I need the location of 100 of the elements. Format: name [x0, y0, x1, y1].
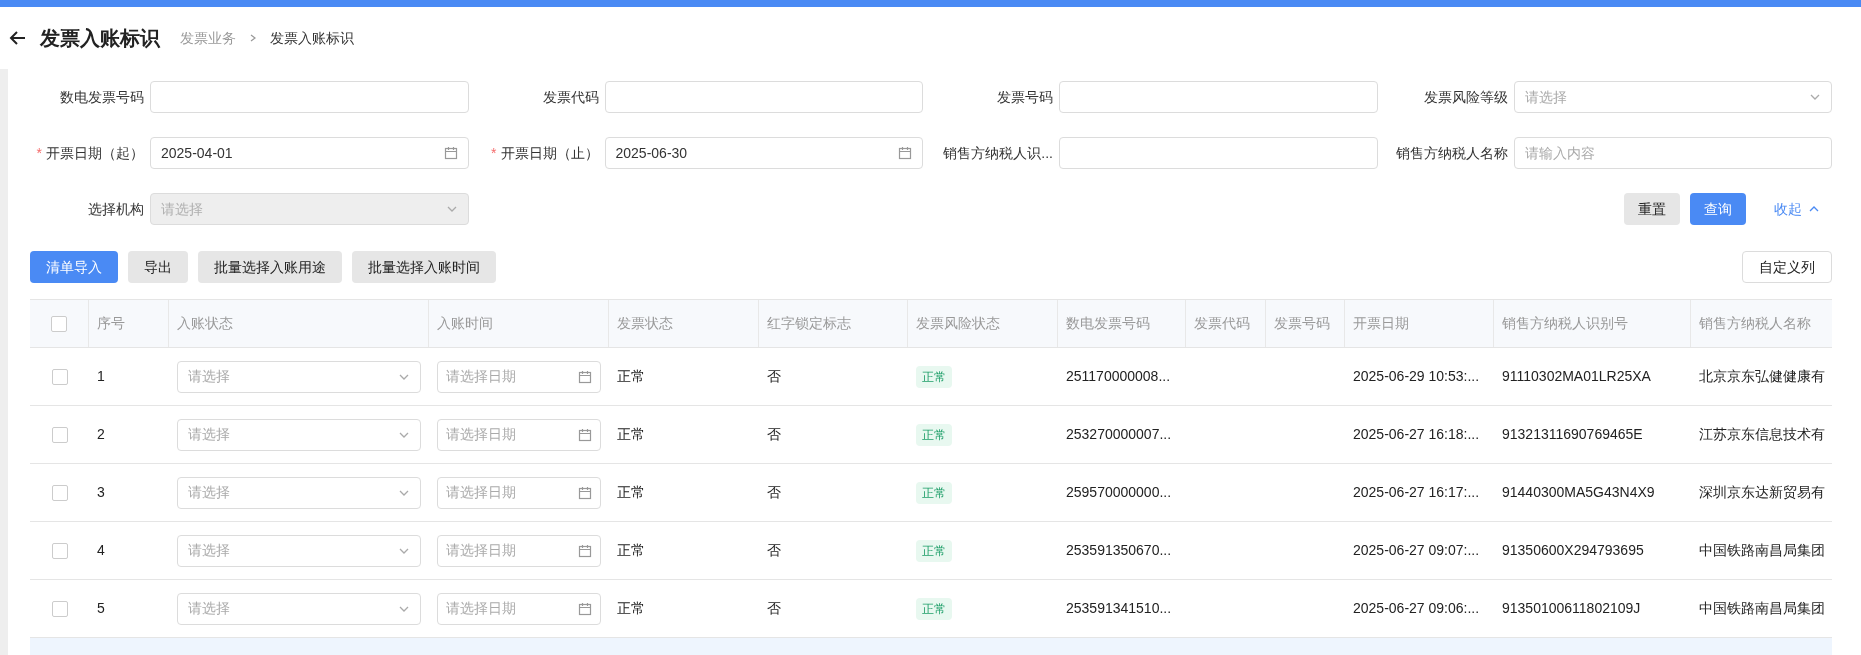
- status-tag: 正常: [916, 597, 952, 620]
- table-cell-text: 91440300MA5G43N4X9: [1502, 483, 1655, 502]
- table-cell-text: 2025-06-29 10:53:...: [1353, 367, 1480, 386]
- row-checkbox[interactable]: [51, 426, 68, 443]
- text-field[interactable]: [1059, 137, 1378, 169]
- field-label: 发票风险等级: [1423, 87, 1508, 107]
- column-header: 序号: [97, 314, 125, 333]
- column-header: 销售方纳税人识别号: [1502, 314, 1628, 333]
- table-cell-text: 正常: [617, 483, 645, 502]
- calendar-icon: [578, 601, 592, 616]
- table-cell-text: 北京京东弘健健康有: [1699, 367, 1825, 386]
- column-header: 入账状态: [177, 314, 233, 333]
- table-cell-text: 中国铁路南昌局集团: [1699, 599, 1825, 618]
- status-select[interactable]: 请选择: [177, 534, 421, 567]
- status-select[interactable]: 请选择: [177, 592, 421, 625]
- row-checkbox[interactable]: [51, 542, 68, 559]
- table-cell-text: 正常: [617, 425, 645, 444]
- table-cell-text: 深圳京东达新贸易有: [1699, 483, 1825, 502]
- page-title: 发票入账标识: [40, 26, 160, 51]
- toolbar-button[interactable]: 导出: [128, 251, 188, 283]
- column-header: 发票风险状态: [916, 314, 1000, 333]
- date-picker-field[interactable]: 请选择日期: [437, 360, 601, 393]
- calendar-icon: [578, 485, 592, 500]
- table-cell-text: 4: [97, 541, 105, 560]
- text-field[interactable]: [604, 81, 923, 113]
- column-header: 入账时间: [437, 314, 493, 333]
- toolbar-button[interactable]: 清单导入: [30, 251, 118, 283]
- calendar-icon: [578, 543, 592, 558]
- field-label: 发票号码: [997, 87, 1053, 107]
- reset-button[interactable]: 重置: [1624, 193, 1680, 225]
- breadcrumb-item: 发票入账标识: [270, 28, 354, 48]
- column-header: 销售方纳税人名称: [1699, 314, 1811, 333]
- table-cell-text: 正常: [617, 367, 645, 386]
- row-checkbox[interactable]: [51, 484, 68, 501]
- table-cell-text: 中国铁路南昌局集团: [1699, 541, 1825, 560]
- column-header: 数电发票号码: [1066, 314, 1150, 333]
- date-picker-field[interactable]: 请选择日期: [437, 592, 601, 625]
- status-tag: 正常: [916, 365, 952, 388]
- table-cell-text: 3: [97, 483, 105, 502]
- status-tag: 正常: [916, 423, 952, 446]
- table-cell-text: 253591350670...: [1066, 541, 1172, 560]
- table-cell-text: 2025-06-27 16:18:...: [1353, 425, 1480, 444]
- select-field[interactable]: 请选择: [1513, 81, 1832, 113]
- required-mark: *: [491, 143, 497, 163]
- search-button[interactable]: 查询: [1690, 193, 1746, 225]
- table-cell-text: 否: [767, 483, 781, 502]
- field-label: 选择机构: [88, 199, 144, 219]
- table-cell-text: 正常: [617, 541, 645, 560]
- text-field[interactable]: [1059, 81, 1378, 113]
- table-cell-text: 2025-06-27 09:07:...: [1353, 541, 1480, 560]
- table-cell-text: 5: [97, 599, 105, 618]
- calendar-icon: [443, 146, 458, 160]
- column-header: 发票状态: [617, 314, 673, 333]
- date-picker-field[interactable]: 请选择日期: [437, 476, 601, 509]
- required-mark: *: [36, 143, 42, 163]
- column-header: 发票代码: [1194, 314, 1250, 333]
- table-cell-text: 1: [97, 367, 105, 386]
- table-cell-text: 91321311690769465E: [1502, 425, 1643, 444]
- table-cell-text: 江苏京东信息技术有: [1699, 425, 1825, 444]
- calendar-icon: [578, 369, 592, 384]
- field-label: 发票代码: [542, 87, 599, 107]
- row-checkbox[interactable]: [51, 368, 68, 385]
- calendar-icon: [578, 427, 592, 442]
- table-cell-text: 2025-06-27 16:17:...: [1353, 483, 1480, 502]
- table-cell-text: 否: [767, 541, 781, 560]
- toolbar-button[interactable]: 批量选择入账时间: [352, 251, 496, 283]
- column-header: 开票日期: [1353, 314, 1409, 333]
- column-header: 发票号码: [1274, 314, 1330, 333]
- table-cell-text: 91350600X294793695: [1502, 541, 1644, 560]
- table-cell-text: 否: [767, 425, 781, 444]
- status-select[interactable]: 请选择: [177, 418, 421, 451]
- custom-columns-button[interactable]: 自定义列: [1742, 251, 1832, 283]
- calendar-icon: [898, 146, 912, 160]
- table-cell-text: 2025-06-27 09:06:...: [1353, 599, 1480, 618]
- table-cell-text: 91350100611802109J: [1502, 599, 1641, 618]
- text-field[interactable]: 请输入内容: [1513, 137, 1832, 169]
- date-picker-field[interactable]: 请选择日期: [437, 418, 601, 451]
- date-field[interactable]: 2025-04-01: [150, 137, 469, 169]
- breadcrumb-item[interactable]: 发票业务: [180, 27, 236, 49]
- status-tag: 正常: [916, 539, 952, 562]
- date-picker-field[interactable]: 请选择日期: [437, 534, 601, 567]
- collapse-link[interactable]: 收起: [1774, 198, 1820, 220]
- status-select[interactable]: 请选择: [177, 360, 421, 393]
- table-cell-text: 259570000000...: [1066, 483, 1172, 502]
- status-tag: 正常: [916, 481, 952, 504]
- table-cell-text: 253591341510...: [1066, 599, 1172, 618]
- column-header: 红字锁定标志: [767, 314, 851, 333]
- field-label: 销售方纳税人名称: [1395, 143, 1508, 163]
- toolbar-button[interactable]: 批量选择入账用途: [198, 251, 342, 283]
- table-cell-text: 251170000008...: [1066, 367, 1171, 386]
- date-field[interactable]: 2025-06-30: [604, 137, 923, 169]
- row-checkbox[interactable]: [51, 600, 68, 617]
- field-label: 数电发票号码: [60, 87, 144, 107]
- select-all-checkbox[interactable]: [51, 315, 67, 332]
- text-field[interactable]: [150, 81, 469, 113]
- table-cell-text: 91110302MA01LR25XA: [1502, 367, 1651, 386]
- table-cell-text: 否: [767, 367, 781, 386]
- status-select[interactable]: 请选择: [177, 476, 421, 509]
- field-label: 开票日期（止）: [500, 143, 599, 163]
- table-cell-text: 253270000007...: [1066, 425, 1172, 444]
